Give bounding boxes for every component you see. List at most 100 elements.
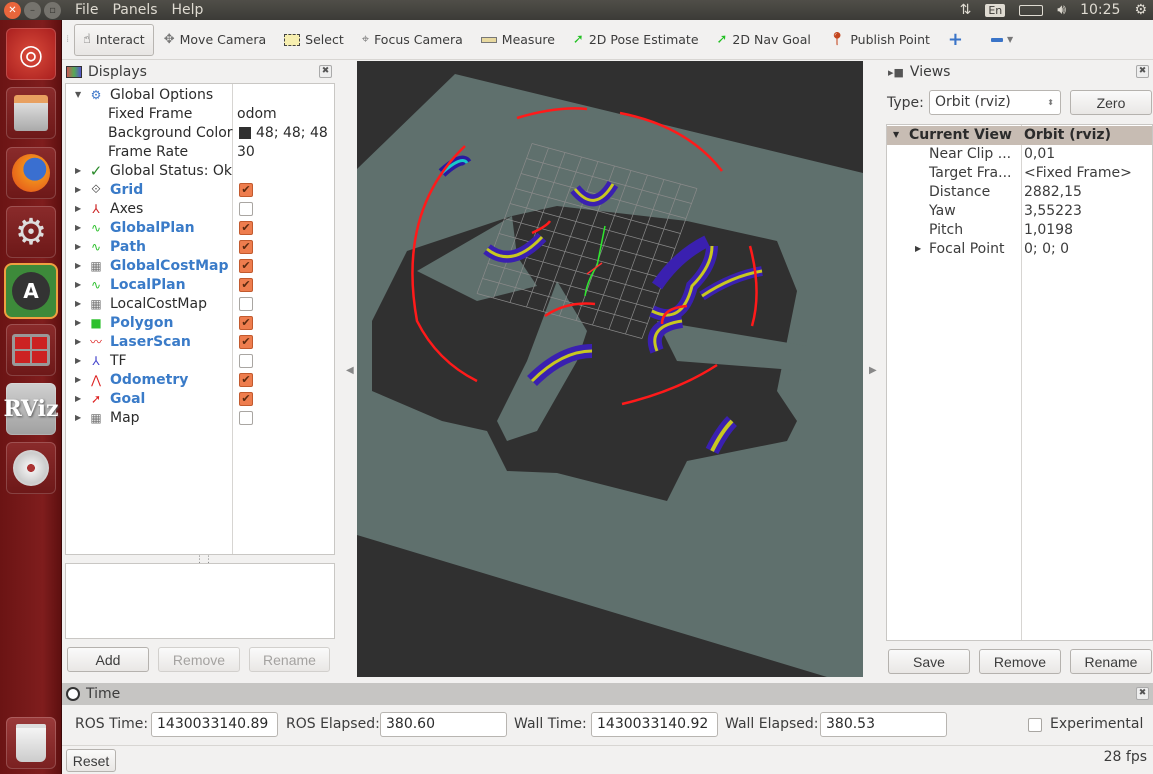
expand-arrow-icon[interactable]: ▼ — [893, 130, 899, 139]
view-property[interactable]: Target Fra... <Fixed Frame> — [887, 164, 1152, 183]
expand-arrow-icon[interactable]: ▼ — [75, 90, 81, 99]
display-item-tf[interactable]: ▶ ⅄ TF — [66, 351, 334, 370]
remove-view-button[interactable]: Remove — [979, 649, 1061, 674]
display-enabled-checkbox[interactable] — [239, 201, 253, 216]
expand-arrow-icon[interactable]: ▶ — [75, 185, 81, 194]
rename-view-button[interactable]: Rename — [1070, 649, 1152, 674]
property-value[interactable]: 0,01 — [1024, 146, 1055, 162]
display-enabled-checkbox[interactable]: ✔ — [239, 372, 253, 387]
display-enabled-checkbox[interactable]: ✔ — [239, 182, 253, 197]
tree-row-global-status[interactable]: ▶ ✓ Global Status: Ok — [66, 161, 334, 180]
display-item-globalcostmap[interactable]: ▶ ▦ GlobalCostMap ✔ — [66, 256, 334, 275]
dvd-icon[interactable] — [6, 442, 56, 494]
view-property[interactable]: Distance 2882,15 — [887, 183, 1152, 202]
trash-icon[interactable] — [6, 717, 56, 769]
expand-arrow-icon[interactable]: ▶ — [915, 244, 921, 253]
property-value[interactable]: 3,55223 — [1024, 203, 1082, 219]
display-enabled-checkbox[interactable]: ✔ — [239, 315, 253, 330]
keyboard-layout-indicator[interactable]: En — [985, 3, 1006, 17]
collapse-right-arrow-icon[interactable]: ▶ — [869, 365, 877, 376]
display-enabled-checkbox[interactable]: ✔ — [239, 239, 253, 254]
property-value[interactable]: 30 — [237, 144, 255, 160]
tool-focus-camera[interactable]: ⌖ Focus Camera — [354, 24, 471, 56]
add-display-button[interactable]: Add — [67, 647, 149, 672]
display-enabled-checkbox[interactable] — [239, 410, 253, 425]
tool-2d-pose-estimate[interactable]: ➚ 2D Pose Estimate — [565, 24, 707, 56]
tool-select[interactable]: Select — [276, 24, 352, 56]
display-enabled-checkbox[interactable]: ✔ — [239, 220, 253, 235]
tool-measure[interactable]: Measure — [473, 24, 563, 56]
window-maximize-button[interactable]: ▫ — [44, 1, 61, 19]
wall-elapsed-field[interactable]: 380.53 — [820, 712, 947, 737]
reset-button[interactable]: Reset — [66, 749, 116, 772]
view-property[interactable]: ▶ Focal Point 0; 0; 0 — [887, 240, 1152, 259]
display-enabled-checkbox[interactable]: ✔ — [239, 391, 253, 406]
rviz-icon[interactable]: RViz — [3, 383, 59, 435]
close-time-panel-button[interactable]: ✖ — [1136, 687, 1149, 700]
display-item-globalplan[interactable]: ▶ ∿ GlobalPlan ✔ — [66, 218, 334, 237]
view-type-select[interactable]: Orbit (rviz) ⬍ — [929, 90, 1061, 115]
display-enabled-checkbox[interactable] — [239, 296, 253, 311]
splitter-handle[interactable]: ⋮⋮ — [195, 555, 213, 565]
window-close-button[interactable]: ✕ — [4, 1, 21, 19]
save-view-button[interactable]: Save — [888, 649, 970, 674]
display-item-localplan[interactable]: ▶ ∿ LocalPlan ✔ — [66, 275, 334, 294]
property-value[interactable]: <Fixed Frame> — [1024, 165, 1132, 181]
menu-file[interactable]: File — [75, 2, 98, 18]
property-value[interactable]: odom — [237, 106, 277, 122]
property-frame-rate[interactable]: Frame Rate 30 — [66, 142, 334, 161]
display-enabled-checkbox[interactable]: ✔ — [239, 334, 253, 349]
display-item-goal[interactable]: ▶ ➚ Goal ✔ — [66, 389, 334, 408]
close-views-panel-button[interactable]: ✖ — [1136, 65, 1149, 78]
remove-tool-button[interactable]: ▼ — [983, 24, 1021, 56]
expand-arrow-icon[interactable]: ▶ — [75, 318, 81, 327]
remove-display-button[interactable]: Remove — [158, 647, 240, 672]
software-updater-icon[interactable]: A — [6, 265, 56, 317]
expand-arrow-icon[interactable]: ▶ — [75, 166, 81, 175]
view-property[interactable]: Pitch 1,0198 — [887, 221, 1152, 240]
toolbar-grip[interactable]: ⁞ — [66, 34, 74, 45]
property-value[interactable]: 1,0198 — [1024, 222, 1073, 238]
color-swatch[interactable] — [239, 126, 251, 139]
property-background-color[interactable]: Background Color 48; 48; 48 — [66, 123, 334, 142]
ros-elapsed-field[interactable]: 380.60 — [380, 712, 507, 737]
tool-interact[interactable]: ☝ Interact — [74, 23, 154, 56]
tree-row-current-view[interactable]: ▼ Current View Orbit (rviz) — [887, 126, 1152, 145]
display-enabled-checkbox[interactable] — [239, 353, 253, 368]
wall-time-field[interactable]: 1430033140.92 — [591, 712, 718, 737]
menu-panels[interactable]: Panels — [112, 2, 157, 18]
tree-row-global-options[interactable]: ▼ ⚙ Global Options — [66, 85, 334, 104]
system-settings-icon[interactable]: ⚙ — [6, 206, 56, 258]
expand-arrow-icon[interactable]: ▶ — [75, 242, 81, 251]
expand-arrow-icon[interactable]: ▶ — [75, 223, 81, 232]
tool-2d-nav-goal[interactable]: ➚ 2D Nav Goal — [709, 24, 819, 56]
ubuntu-dash-icon[interactable]: ◎ — [6, 28, 56, 80]
ros-time-field[interactable]: 1430033140.89 — [151, 712, 278, 737]
display-item-map[interactable]: ▶ ▦ Map — [66, 408, 334, 427]
display-item-grid[interactable]: ▶ ⟐ Grid ✔ — [66, 180, 334, 199]
display-item-path[interactable]: ▶ ∿ Path ✔ — [66, 237, 334, 256]
experimental-checkbox[interactable] — [1028, 718, 1042, 732]
property-fixed-frame[interactable]: Fixed Frame odom — [66, 104, 334, 123]
display-item-odometry[interactable]: ▶ ⋀ Odometry ✔ — [66, 370, 334, 389]
window-minimize-button[interactable]: – — [24, 1, 41, 19]
power-gear-icon[interactable]: ⚙ — [1134, 2, 1147, 18]
volume-icon[interactable]: 🔊︎ — [1057, 2, 1066, 18]
expand-arrow-icon[interactable]: ▶ — [75, 356, 81, 365]
view-property[interactable]: Near Clip ... 0,01 — [887, 145, 1152, 164]
property-value[interactable]: 48; 48; 48 — [256, 125, 328, 141]
workspace-switcher-icon[interactable] — [6, 324, 56, 376]
view-property[interactable]: Yaw 3,55223 — [887, 202, 1152, 221]
display-item-axes[interactable]: ▶ ⅄ Axes — [66, 199, 334, 218]
tool-move-camera[interactable]: ✥ Move Camera — [156, 24, 274, 56]
expand-arrow-icon[interactable]: ▶ — [75, 413, 81, 422]
expand-arrow-icon[interactable]: ▶ — [75, 375, 81, 384]
clock[interactable]: 10:25 — [1080, 2, 1120, 18]
expand-arrow-icon[interactable]: ▶ — [75, 261, 81, 270]
battery-icon[interactable] — [1019, 4, 1044, 16]
files-icon[interactable] — [6, 87, 56, 139]
add-tool-button[interactable]: + — [940, 24, 971, 56]
display-item-laserscan[interactable]: ▶ 〰 LaserScan ✔ — [66, 332, 334, 351]
zero-button[interactable]: Zero — [1070, 90, 1152, 115]
3d-render-viewport[interactable] — [357, 61, 863, 677]
